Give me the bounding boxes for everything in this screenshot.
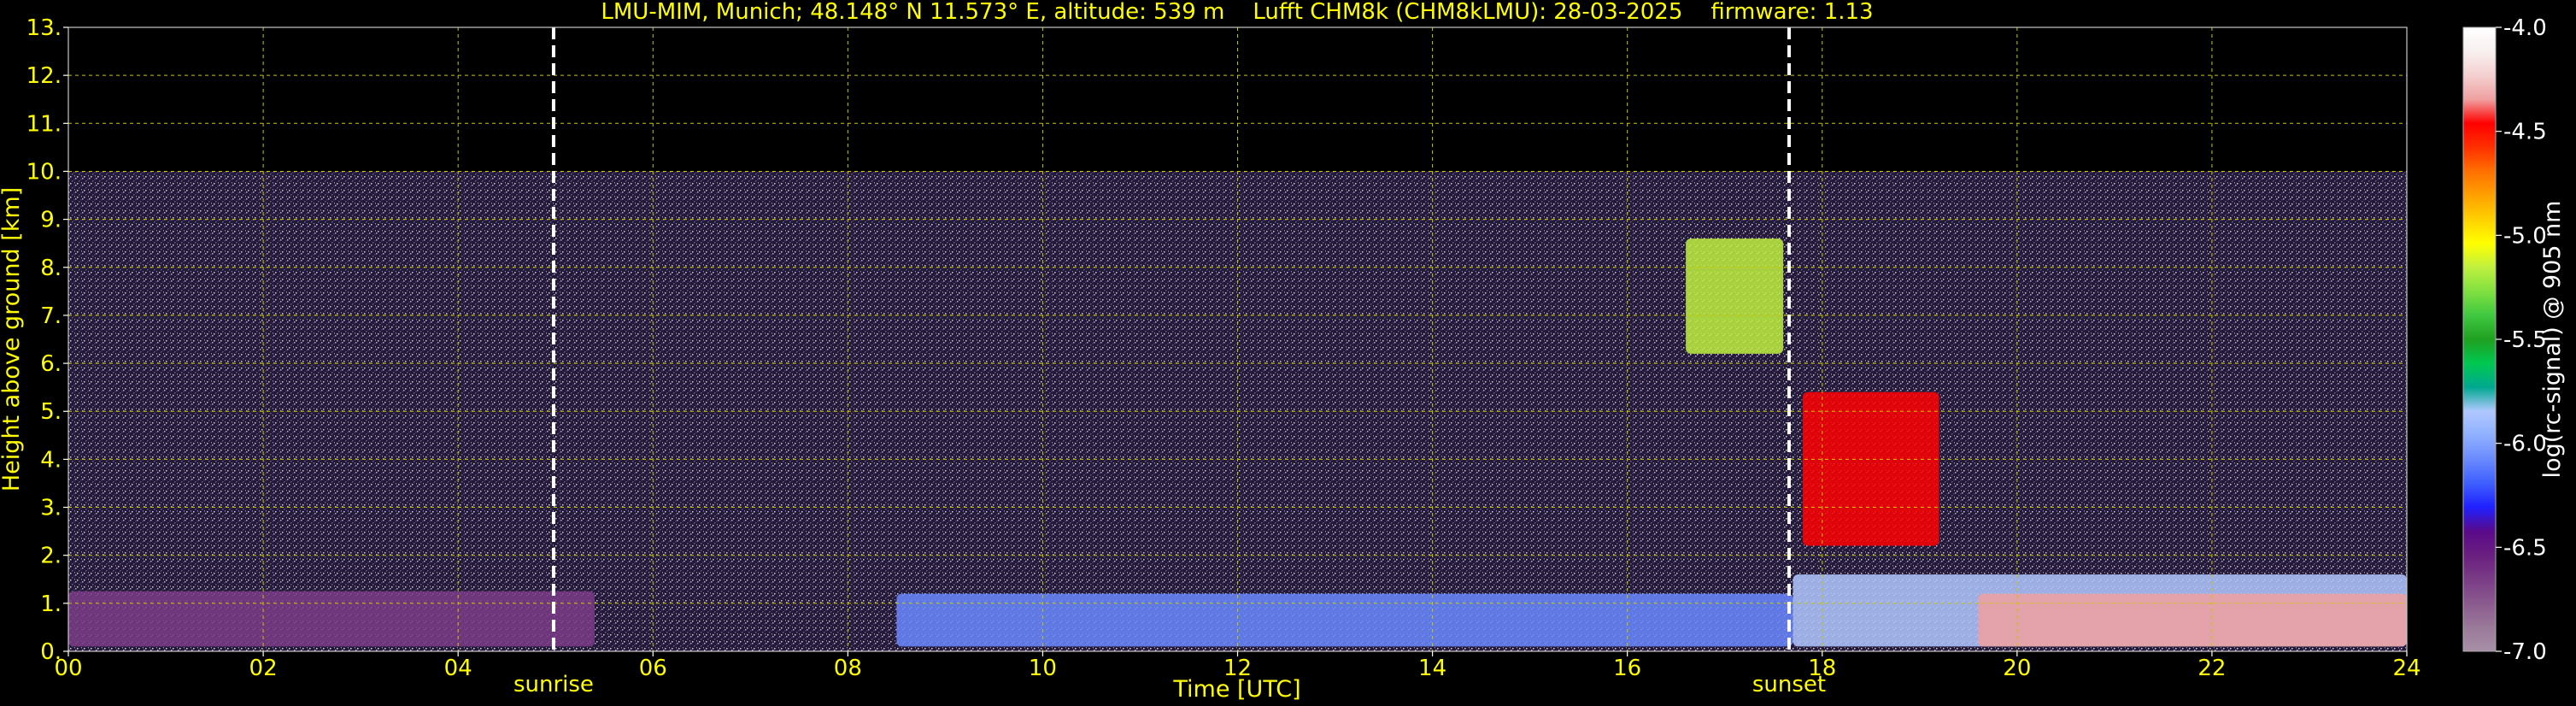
- x-tick-label: 10: [1029, 656, 1057, 681]
- x-tick-label: 02: [249, 656, 278, 681]
- x-tick-label: 20: [2003, 656, 2031, 681]
- y-axis-label: Height above ground [km]: [0, 187, 25, 491]
- y-tick-label: 9.: [40, 208, 62, 233]
- sunrise-label: sunrise: [513, 672, 594, 697]
- chart-title: LMU-MIM, Munich; 48.148° N 11.573° E, al…: [601, 0, 1873, 25]
- colorbar-tick-label: -7.0: [2503, 639, 2547, 665]
- y-tick-label: 5.: [40, 399, 62, 425]
- x-tick-label: 24: [2392, 656, 2421, 681]
- y-tick-label: 12.: [26, 63, 62, 89]
- ceilometer-chart: sunrise sunset 00 02 04 06 08 10 12 14 16 18 20 22 24…: [0, 0, 2576, 706]
- x-tick-label: 04: [444, 656, 472, 681]
- y-tick-label: 10.: [26, 159, 62, 185]
- x-tick-label: 18: [1808, 656, 1836, 681]
- feature-0: [68, 591, 595, 647]
- x-tick-label: 06: [639, 656, 667, 681]
- feature-3: [1978, 593, 2407, 647]
- colorbar-label: log(rc-signal) @ 905 nm: [2539, 201, 2566, 479]
- x-tick-label: 08: [834, 656, 862, 681]
- feature-4: [1686, 238, 1784, 354]
- colorbar-tick-label: -6.5: [2503, 535, 2547, 561]
- y-tick-label: 0.: [40, 639, 62, 665]
- y-tick-label: 8.: [40, 256, 62, 281]
- feature-1: [896, 593, 1793, 647]
- y-tick-label: 13.: [26, 15, 62, 41]
- y-tick-label: 2.: [40, 544, 62, 569]
- y-tick-label: 6.: [40, 351, 62, 377]
- colorbar-gradient: [2463, 27, 2496, 651]
- colorbar-tick-label: -4.0: [2503, 15, 2547, 41]
- feature-5: [1802, 391, 1939, 546]
- x-tick-label: 16: [1613, 656, 1641, 681]
- x-tick-label: 14: [1418, 656, 1446, 681]
- y-tick-label: 1.: [40, 591, 62, 617]
- y-tick-label: 4.: [40, 447, 62, 473]
- x-axis-label: Time [UTC]: [1172, 676, 1300, 703]
- y-tick-label: 7.: [40, 303, 62, 329]
- colorbar-tick-label: -4.5: [2503, 120, 2547, 145]
- y-tick-label: 3.: [40, 496, 62, 521]
- y-tick-label: 11.: [26, 111, 62, 137]
- x-tick-label: 22: [2198, 656, 2226, 681]
